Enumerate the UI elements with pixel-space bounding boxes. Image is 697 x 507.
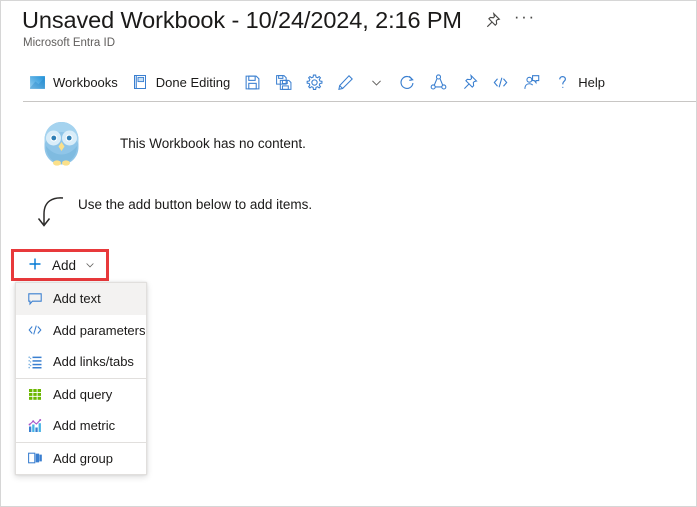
menu-item-add-metric[interactable]: Add metric	[16, 410, 146, 442]
hint-row: Use the add button below to add items.	[29, 192, 312, 234]
menu-item-label: Add parameters	[53, 322, 146, 338]
hint-message: Use the add button below to add items.	[78, 197, 313, 212]
group-panels-icon	[27, 450, 43, 466]
toolbar-feedback-button[interactable]	[517, 67, 546, 97]
toolbar-save-as-button[interactable]	[269, 67, 298, 97]
pin-icon	[461, 73, 478, 91]
menu-item-label: Add links/tabs	[53, 354, 134, 370]
toolbar-code-button[interactable]	[486, 67, 515, 97]
toolbar-settings-button[interactable]	[300, 67, 329, 97]
curved-down-arrow-icon	[29, 194, 69, 234]
chevron-down-icon	[84, 259, 96, 271]
page-subtitle: Microsoft Entra ID	[23, 37, 116, 49]
done-editing-book-icon	[132, 74, 149, 91]
menu-item-add-group[interactable]: Add group	[16, 443, 146, 475]
refresh-icon	[399, 74, 416, 91]
command-toolbar: Workbooks Done Editing Help	[1, 63, 696, 101]
menu-item-label: Add text	[53, 291, 101, 307]
owl-illustration-icon	[34, 116, 89, 171]
toolbar-help-button[interactable]: Help	[548, 67, 611, 97]
save-floppy-icon	[244, 74, 261, 91]
question-mark-icon	[554, 74, 571, 91]
feedback-person-icon	[523, 74, 540, 91]
toolbar-workbooks-button[interactable]: Workbooks	[23, 67, 124, 97]
list-links-icon	[27, 354, 43, 370]
gear-settings-icon	[306, 74, 323, 91]
toolbar-workbooks-label: Workbooks	[53, 74, 118, 90]
toolbar-edit-dropdown-button[interactable]	[362, 67, 391, 97]
toolbar-done-editing-label: Done Editing	[155, 74, 231, 90]
add-dropdown-menu: Add text Add parameters Add links/tabs A…	[15, 282, 147, 475]
share-icon	[430, 73, 447, 91]
page-title: Unsaved Workbook - 10/24/2024, 2:16 PM	[22, 7, 462, 33]
menu-item-label: Add metric	[53, 418, 116, 434]
workbook-page: Unsaved Workbook - 10/24/2024, 2:16 PM ·…	[0, 0, 697, 507]
title-row: Unsaved Workbook - 10/24/2024, 2:16 PM ·…	[22, 7, 536, 34]
toolbar-share-button[interactable]	[424, 67, 453, 97]
toolbar-save-button[interactable]	[238, 67, 267, 97]
add-button-label: Add	[52, 257, 77, 273]
menu-item-add-query[interactable]: Add query	[16, 379, 146, 411]
toolbar-edit-button[interactable]	[331, 67, 360, 97]
edit-pencil-icon	[337, 74, 354, 91]
menu-item-add-text[interactable]: Add text	[16, 283, 146, 315]
toolbar-refresh-button[interactable]	[393, 67, 422, 97]
pin-icon[interactable]	[480, 8, 506, 34]
menu-item-add-links-tabs[interactable]: Add links/tabs	[16, 346, 146, 378]
code-brackets-icon	[27, 322, 43, 338]
toolbar-help-label: Help	[578, 74, 605, 90]
empty-state-message: This Workbook has no content.	[120, 136, 306, 151]
add-button[interactable]: Add	[17, 255, 103, 275]
workbooks-chart-icon	[29, 74, 46, 91]
plus-icon	[27, 256, 43, 275]
page-header: Unsaved Workbook - 10/24/2024, 2:16 PM ·…	[1, 1, 696, 59]
code-brackets-icon	[492, 74, 509, 91]
menu-item-label: Add query	[53, 386, 113, 402]
toolbar-done-editing-button[interactable]: Done Editing	[126, 67, 236, 97]
toolbar-pin-button[interactable]	[455, 67, 484, 97]
empty-state-row: This Workbook has no content.	[34, 116, 306, 171]
menu-item-label: Add group	[53, 450, 113, 466]
text-comment-icon	[27, 291, 43, 307]
more-options-icon[interactable]: ···	[514, 8, 536, 29]
title-actions: ···	[480, 8, 536, 34]
save-as-copy-icon	[275, 74, 292, 91]
metric-chart-icon	[27, 418, 43, 434]
grid-query-icon	[27, 386, 43, 402]
menu-item-add-parameters[interactable]: Add parameters	[16, 315, 146, 347]
toolbar-divider	[23, 101, 696, 102]
chevron-down-icon	[368, 74, 385, 91]
add-button-highlight: Add	[11, 249, 109, 281]
